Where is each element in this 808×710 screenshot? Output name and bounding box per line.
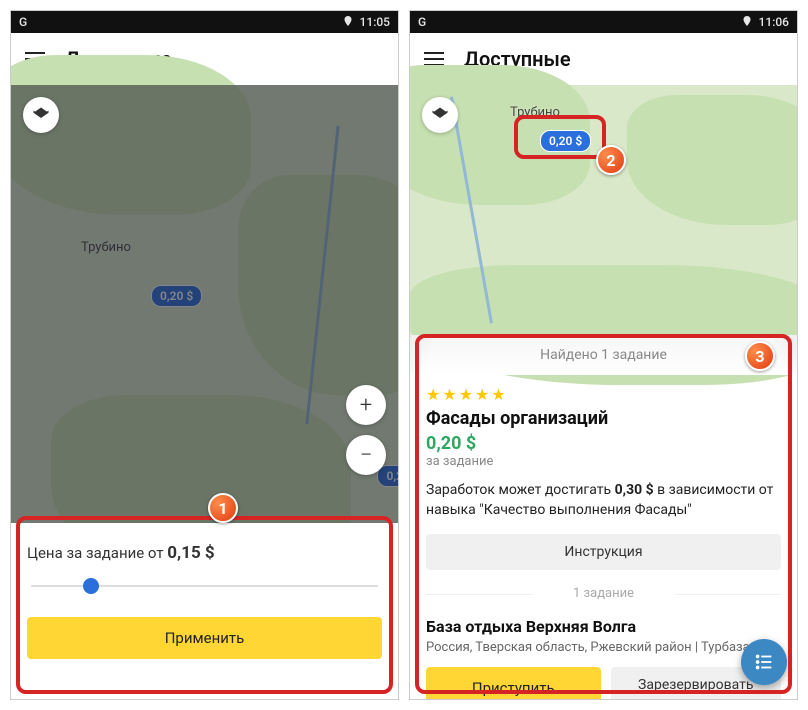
phone-right: G 11:06 Доступные Трубино 0,20 $ 2 Найде… <box>409 10 798 700</box>
statusbar-time: 11:06 <box>759 15 789 29</box>
price-slider[interactable] <box>31 585 378 587</box>
found-banner: Найдено 1 задание <box>410 335 797 375</box>
subtask-count-label: 1 задание <box>426 576 781 611</box>
map-decor <box>10 55 251 215</box>
slider-thumb[interactable] <box>83 578 99 594</box>
statusbar: G 11:06 <box>410 11 797 33</box>
task-title: Фасады организаций <box>426 408 781 429</box>
callout-badge-3: 3 <box>745 341 775 371</box>
menu-icon[interactable] <box>424 52 444 66</box>
task-desc-pre: Заработок может достигать <box>426 482 615 498</box>
phone-left: G 11:05 Доступные Трубино 0,20 $ 0,2 + −… <box>10 10 399 700</box>
filter-sheet: Цена за задание от 0,15 $ Применить <box>11 523 398 699</box>
statusbar-time: 11:05 <box>360 15 390 29</box>
statusbar: G 11:05 <box>11 11 398 33</box>
start-button[interactable]: Приступить <box>426 667 601 700</box>
subtask-address: Россия, Тверская область, Ржевский район… <box>426 640 781 655</box>
map-view[interactable]: Трубино 0,20 $ 0,2 + − <box>11 85 398 525</box>
apply-button[interactable]: Применить <box>27 617 382 659</box>
callout-badge-2: 2 <box>596 145 626 175</box>
callout-badge-1: 1 <box>208 493 238 523</box>
zoom-in-button[interactable]: + <box>346 385 386 425</box>
task-price-sub: за задание <box>426 454 781 469</box>
statusbar-brand: G <box>418 15 426 29</box>
filter-price-prefix: Цена за задание от <box>27 544 167 562</box>
task-card: ★★★★★ Фасады организаций 0,20 $ за задан… <box>410 375 797 700</box>
task-description: Заработок может достигать 0,30 $ в завис… <box>426 481 781 520</box>
location-icon <box>342 15 354 30</box>
task-rating: ★★★★★ <box>426 385 781 404</box>
zoom-out-button[interactable]: − <box>346 435 386 475</box>
subtask-title: База отдыха Верхняя Волга <box>426 617 781 636</box>
layers-button[interactable] <box>422 97 458 133</box>
instruction-button[interactable]: Инструкция <box>426 534 781 570</box>
list-fab[interactable] <box>741 639 787 685</box>
map-price-pin[interactable]: 0,20 $ <box>151 285 202 307</box>
map-view[interactable]: Трубино 0,20 $ <box>410 85 797 335</box>
map-decor <box>238 175 399 395</box>
action-row: Приступить Зарезервировать <box>426 667 781 700</box>
map-town-label: Трубино <box>81 240 131 255</box>
filter-price-label: Цена за задание от 0,15 $ <box>27 543 382 563</box>
filter-price-value: 0,15 $ <box>167 543 214 563</box>
map-town-label: Трубино <box>510 105 560 120</box>
location-icon <box>741 15 753 30</box>
statusbar-brand: G <box>19 15 27 29</box>
task-desc-amount: 0,30 $ <box>615 482 654 498</box>
map-price-pin[interactable]: 0,20 $ <box>540 130 591 152</box>
map-decor <box>627 95 798 225</box>
task-price: 0,20 $ <box>426 433 781 454</box>
layers-button[interactable] <box>23 97 59 133</box>
